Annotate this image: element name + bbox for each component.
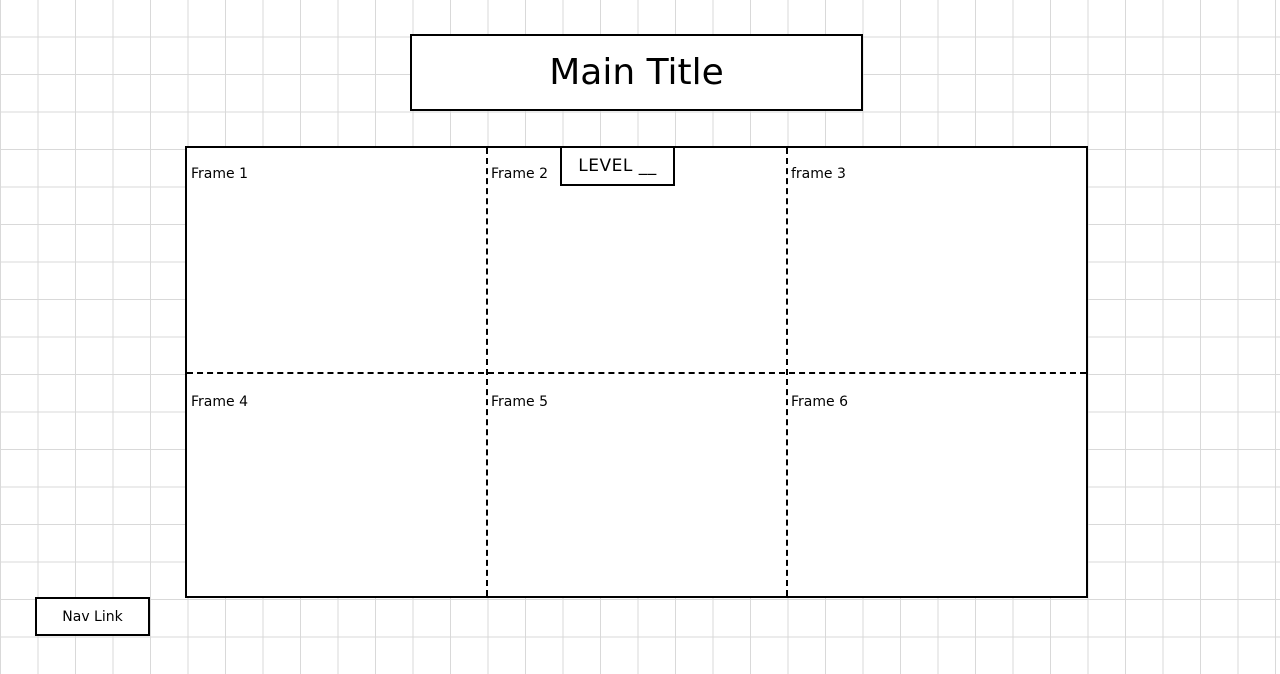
frame-6-label: Frame 6	[791, 394, 848, 410]
nav-link-button[interactable]: Nav Link	[35, 597, 150, 636]
main-title-box: Main Title	[410, 34, 863, 111]
nav-link-label: Nav Link	[62, 608, 123, 625]
frames-grid: Frame 1 Frame 2 frame 3 Frame 4 Frame 5 …	[185, 146, 1088, 598]
level-indicator: LEVEL __	[560, 146, 675, 186]
frame-1-label: Frame 1	[191, 166, 248, 182]
frame-3-label: frame 3	[791, 166, 846, 182]
frame-divider-horizontal	[187, 372, 1086, 374]
frame-2-label: Frame 2	[491, 166, 548, 182]
level-label: LEVEL __	[578, 156, 657, 176]
frame-5-label: Frame 5	[491, 394, 548, 410]
main-title: Main Title	[549, 52, 724, 93]
frame-4-label: Frame 4	[191, 394, 248, 410]
